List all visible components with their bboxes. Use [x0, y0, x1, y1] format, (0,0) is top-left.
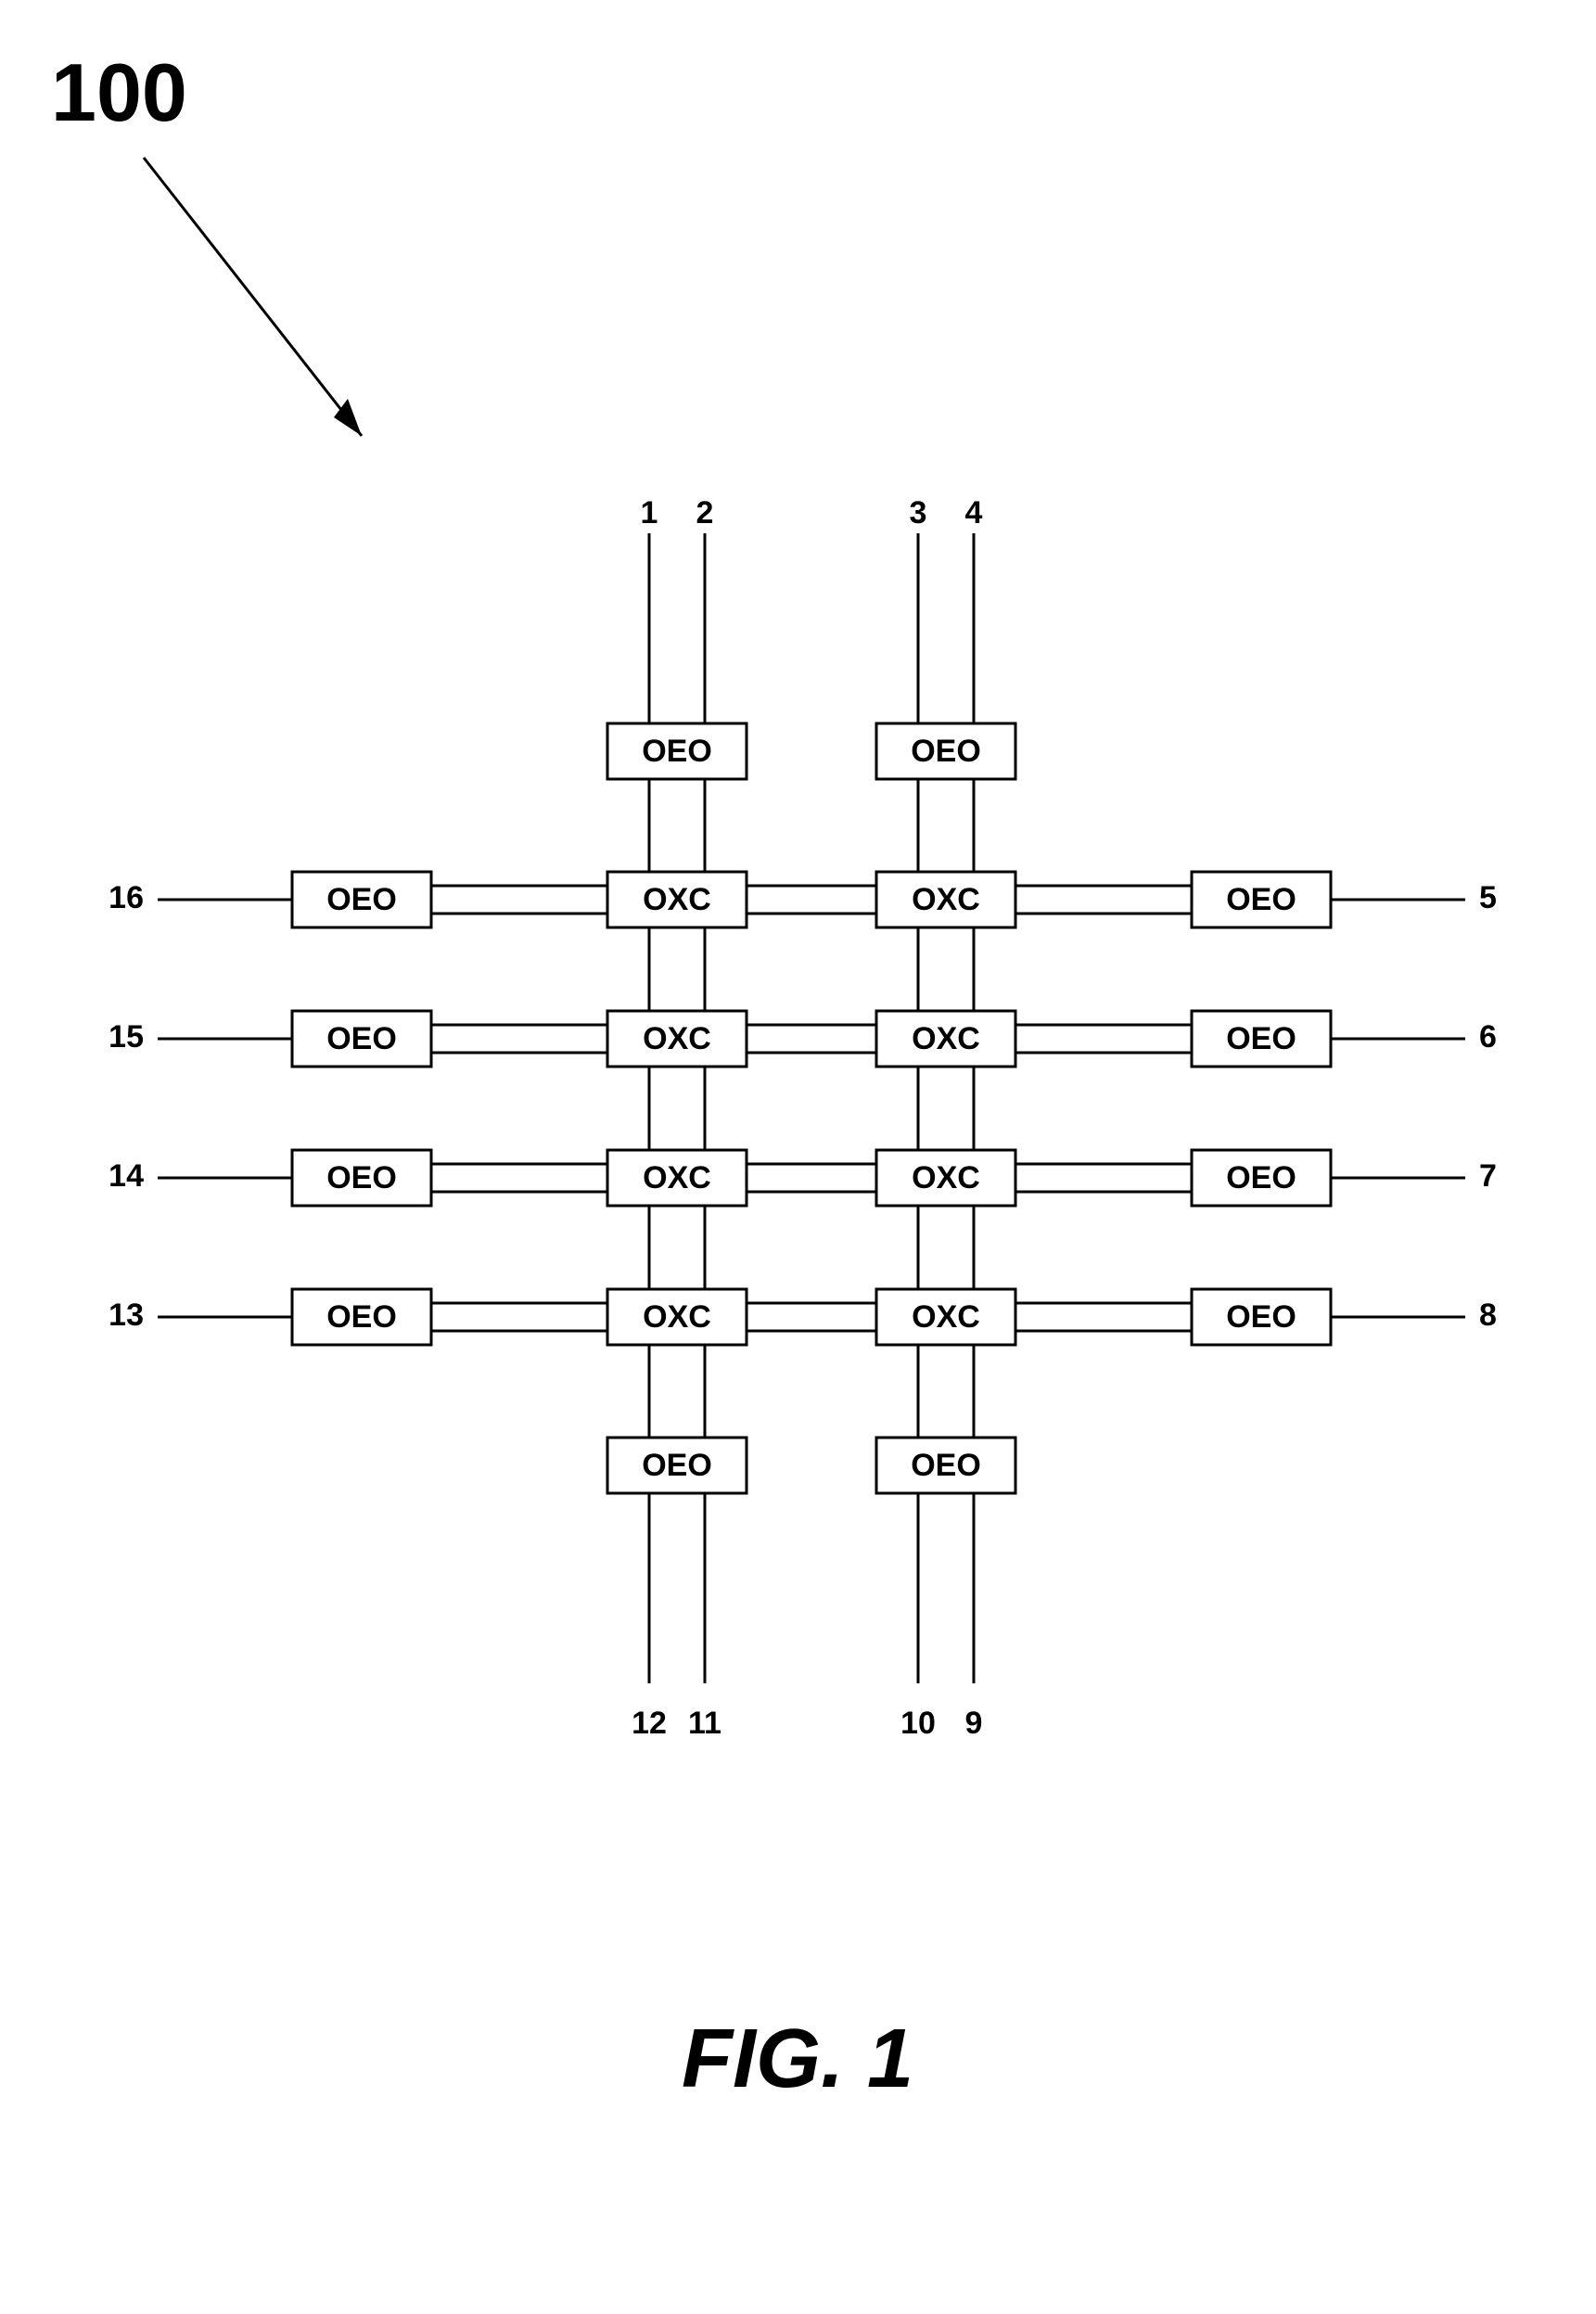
oxc-label: OXC [643, 1021, 711, 1056]
oeo-label: OEO [911, 1448, 981, 1483]
oeo-label: OEO [1226, 882, 1296, 917]
port-label-3: 3 [910, 495, 927, 531]
oeo-label: OEO [326, 1299, 397, 1335]
oeo-label: OEO [326, 882, 397, 917]
port-label-11: 11 [688, 1706, 721, 1741]
port-label-6: 6 [1479, 1019, 1497, 1055]
oeo-label: OEO [642, 734, 712, 769]
port-label-4: 4 [965, 495, 983, 531]
oxc-label: OXC [912, 1299, 980, 1335]
port-label-7: 7 [1479, 1158, 1497, 1194]
oxc-label: OXC [643, 1160, 711, 1195]
port-label-15: 15 [109, 1019, 144, 1055]
oeo-label: OEO [642, 1448, 712, 1483]
port-label-12: 12 [632, 1706, 667, 1741]
oxc-label: OXC [912, 1160, 980, 1195]
reference-number: 100 [51, 46, 187, 138]
oeo-label: OEO [1226, 1021, 1296, 1056]
oeo-label: OEO [326, 1160, 397, 1195]
oxc-label: OXC [643, 882, 711, 917]
port-label-9: 9 [965, 1706, 983, 1741]
port-label-5: 5 [1479, 880, 1497, 915]
figure-title: FIG. 1 [682, 2013, 913, 2105]
oxc-label: OXC [643, 1299, 711, 1335]
diagram-canvas: 100 1 2 3 4 OEO OEO 16 OEO OXC OXC OEO 5… [0, 0, 1596, 2314]
oeo-label: OEO [911, 734, 981, 769]
port-label-8: 8 [1479, 1298, 1497, 1333]
oeo-label: OEO [1226, 1160, 1296, 1195]
oxc-label: OXC [912, 882, 980, 917]
port-label-13: 13 [109, 1298, 144, 1333]
arrow-shaft [144, 158, 362, 436]
port-label-2: 2 [696, 495, 714, 531]
port-label-14: 14 [109, 1158, 144, 1194]
port-label-1: 1 [641, 495, 658, 531]
oeo-label: OEO [1226, 1299, 1296, 1335]
oeo-label: OEO [326, 1021, 397, 1056]
port-label-16: 16 [109, 880, 144, 915]
oxc-label: OXC [912, 1021, 980, 1056]
port-label-10: 10 [900, 1706, 936, 1741]
